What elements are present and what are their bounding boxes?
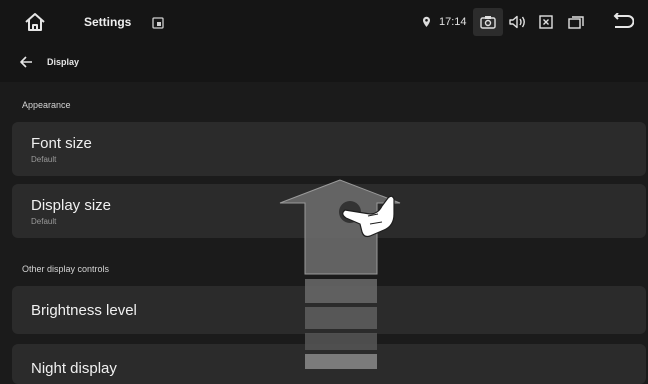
app-bar: Display [0, 44, 648, 82]
notification-icon [152, 17, 164, 29]
back-icon[interactable] [612, 13, 634, 30]
setting-font-size[interactable]: Font size Default [12, 122, 646, 176]
page-title: Display [47, 57, 80, 67]
close-window-icon[interactable] [539, 15, 553, 29]
setting-title: Brightness level [31, 302, 137, 319]
setting-title: Font size [31, 135, 92, 152]
setting-subtitle: Default [31, 217, 57, 226]
setting-title: Display size [31, 197, 112, 214]
setting-subtitle: Default [31, 155, 57, 164]
status-bar: Settings 17:14 [0, 0, 648, 44]
section-header-other-display-controls: Other display controls [22, 264, 110, 274]
clock: 17:14 [439, 16, 467, 28]
setting-brightness-level[interactable]: Brightness level [12, 286, 646, 334]
app-title: Settings [84, 15, 132, 29]
screenshot-icon [480, 16, 496, 29]
location-icon [423, 16, 430, 27]
setting-night-display[interactable]: Night display [12, 344, 646, 384]
home-icon[interactable] [24, 12, 46, 32]
section-header-appearance: Appearance [22, 100, 71, 110]
volume-icon[interactable] [509, 15, 527, 29]
screenshot-button[interactable] [473, 8, 503, 36]
setting-display-size[interactable]: Display size Default [12, 184, 646, 238]
multitask-icon[interactable] [568, 15, 584, 29]
arrow-left-icon[interactable] [19, 55, 33, 69]
